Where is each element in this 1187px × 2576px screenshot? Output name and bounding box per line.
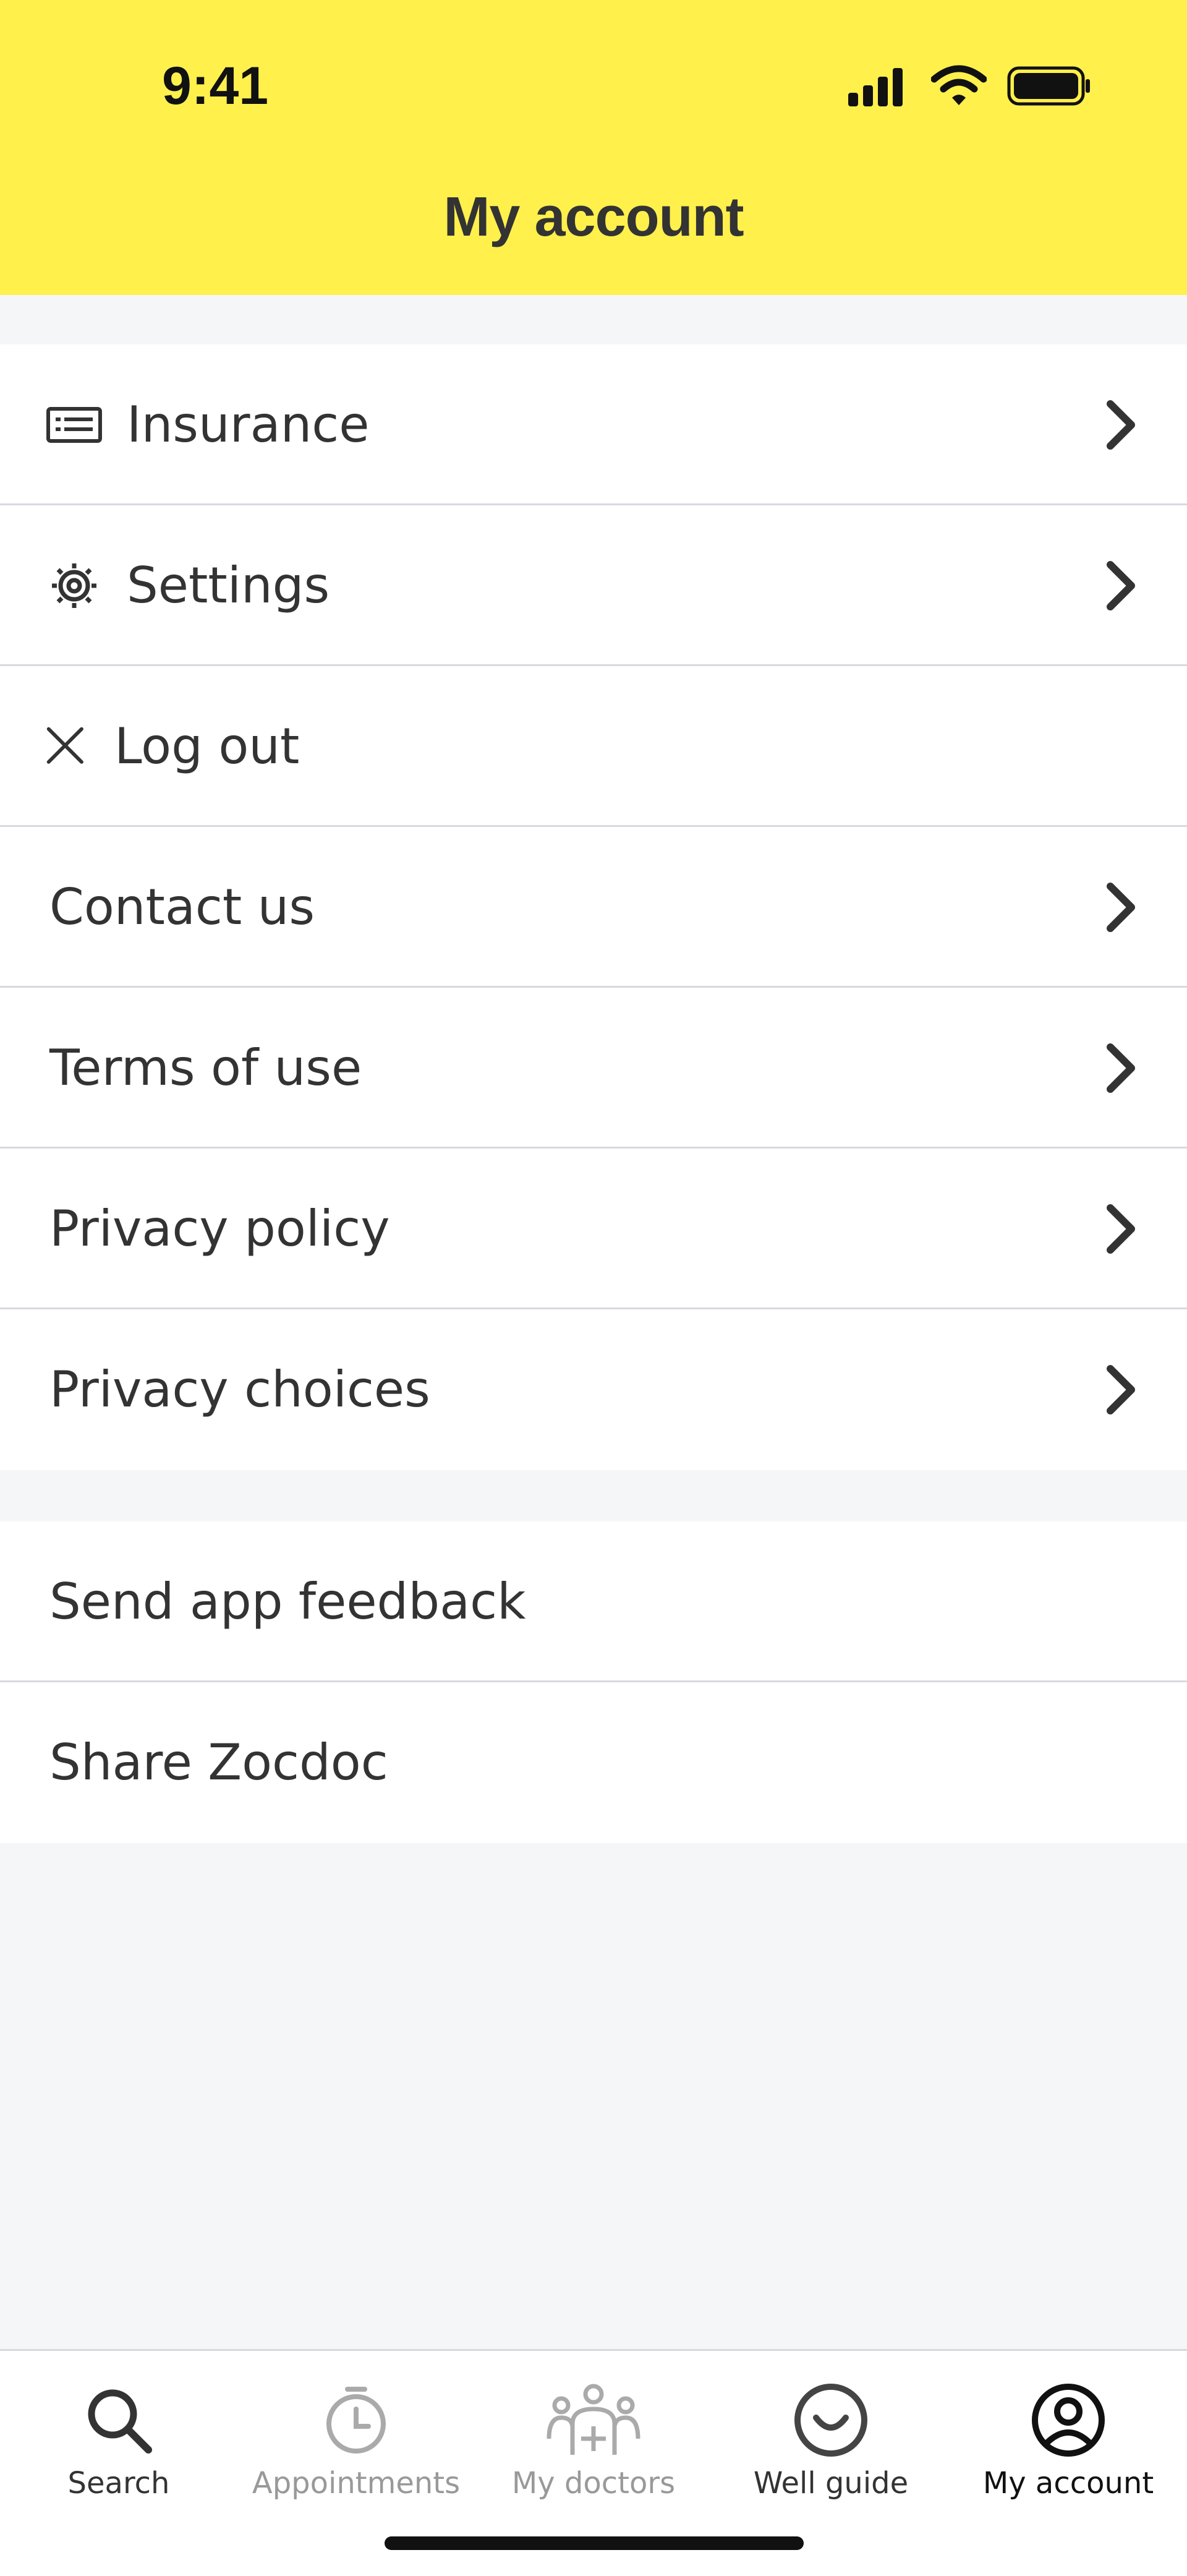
- tab-label: My account: [982, 2466, 1154, 2501]
- menu-item-label: Share Zocdoc: [49, 1734, 388, 1791]
- page-title: My account: [443, 186, 744, 248]
- header: 9:41 My account: [0, 0, 1187, 295]
- tab-my-doctors[interactable]: My doctors: [475, 2351, 712, 2512]
- id-card-icon: [46, 407, 102, 443]
- menu-item-label: Log out: [114, 717, 300, 775]
- cellular-signal-icon: [848, 68, 903, 106]
- account-icon: [1032, 2384, 1105, 2457]
- battery-icon: [1007, 66, 1090, 106]
- menu-item-terms-of-use[interactable]: Terms of use: [0, 988, 1187, 1149]
- tab-label: Appointments: [252, 2466, 461, 2501]
- menu-item-privacy-policy[interactable]: Privacy policy: [0, 1149, 1187, 1309]
- doctors-icon: [547, 2384, 640, 2455]
- tab-my-account[interactable]: My account: [950, 2351, 1187, 2512]
- menu-item-send-app-feedback[interactable]: Send app feedback: [0, 1521, 1187, 1682]
- tab-appointments[interactable]: Appointments: [237, 2351, 475, 2512]
- chevron-right-icon: [1107, 1204, 1135, 1254]
- menu-item-contact-us[interactable]: Contact us: [0, 827, 1187, 988]
- menu-item-label: Terms of use: [49, 1039, 362, 1097]
- menu-item-label: Contact us: [49, 878, 315, 936]
- tab-search[interactable]: Search: [0, 2351, 237, 2512]
- home-indicator[interactable]: [385, 2536, 804, 2550]
- feedback-menu-group: Send app feedback Share Zocdoc: [0, 1521, 1187, 1843]
- menu-item-label: Privacy choices: [49, 1361, 430, 1418]
- menu-item-label: Settings: [127, 557, 330, 614]
- menu-item-label: Send app feedback: [49, 1573, 526, 1630]
- status-time: 9:41: [162, 56, 269, 116]
- account-menu-group: Insurance Settings Log out Contact us Te…: [0, 344, 1187, 1470]
- chevron-right-icon: [1107, 400, 1135, 450]
- tab-well-guide[interactable]: Well guide: [712, 2351, 950, 2512]
- menu-item-share-zocdoc[interactable]: Share Zocdoc: [0, 1682, 1187, 1843]
- search-icon: [88, 2389, 152, 2454]
- chevron-right-icon: [1107, 561, 1135, 610]
- chevron-right-icon: [1107, 883, 1135, 932]
- menu-item-privacy-choices[interactable]: Privacy choices: [0, 1309, 1187, 1470]
- gear-icon: [52, 563, 96, 608]
- tab-label: Well guide: [753, 2466, 909, 2501]
- menu-item-label: Insurance: [127, 396, 370, 453]
- clock-icon: [326, 2387, 386, 2454]
- menu-item-insurance[interactable]: Insurance: [0, 344, 1187, 505]
- wifi-icon: [931, 65, 987, 105]
- menu-item-label: Privacy policy: [49, 1200, 390, 1257]
- menu-item-settings[interactable]: Settings: [0, 505, 1187, 666]
- menu-item-log-out[interactable]: Log out: [0, 666, 1187, 827]
- smile-icon: [794, 2384, 867, 2457]
- tab-label: Search: [67, 2466, 170, 2501]
- close-icon: [46, 727, 83, 764]
- chevron-right-icon: [1107, 1365, 1135, 1414]
- tab-label: My doctors: [511, 2466, 676, 2501]
- chevron-right-icon: [1107, 1043, 1135, 1093]
